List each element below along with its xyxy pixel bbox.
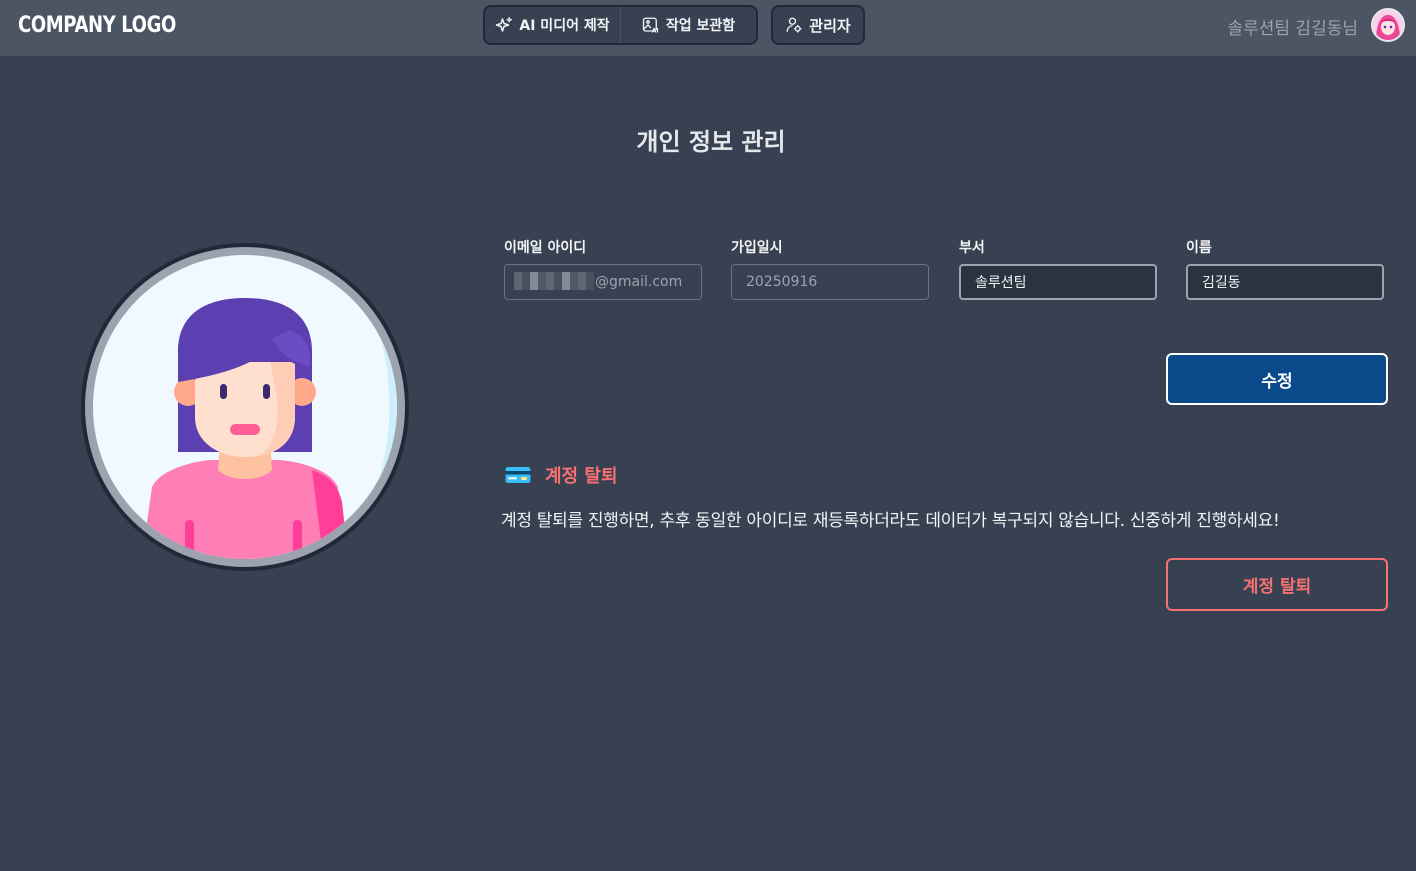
- ai-image-icon: AI: [642, 17, 659, 35]
- email-label: 이메일 아이디: [504, 240, 587, 256]
- email-redaction-mask: [514, 272, 594, 290]
- name-label: 이름: [1186, 240, 1212, 256]
- top-navigation-bar: COMPANY LOGO AI 미디어 제작 AI 작업 보관함 관리자 솔루션…: [0, 0, 1416, 56]
- name-field[interactable]: [1186, 264, 1384, 300]
- sparkle-icon: [496, 16, 513, 32]
- withdraw-heading: 계정 탈퇴: [505, 462, 618, 488]
- company-logo[interactable]: COMPANY LOGO: [18, 13, 176, 38]
- profile-picture: [80, 242, 410, 572]
- department-field[interactable]: [959, 264, 1157, 300]
- nav-archive-label: 작업 보관함: [665, 18, 736, 34]
- withdraw-warning-text: 계정 탈퇴를 진행하면, 추후 동일한 아이디로 재등록하더라도 데이터가 복구…: [501, 511, 1280, 531]
- edit-button[interactable]: 수정: [1166, 353, 1388, 405]
- nav-ai-media-label: AI 미디어 제작: [519, 18, 610, 34]
- admin-button[interactable]: 관리자: [771, 5, 865, 45]
- profile-avatar-illustration: [81, 243, 409, 571]
- joined-date-field[interactable]: [731, 264, 929, 300]
- avatar-image: [1373, 10, 1403, 40]
- nav-archive-button[interactable]: AI 작업 보관함: [621, 7, 756, 43]
- withdraw-account-button[interactable]: 계정 탈퇴: [1166, 558, 1388, 611]
- nav-button-group: AI 미디어 제작 AI 작업 보관함: [483, 5, 758, 45]
- user-settings-icon: [786, 17, 802, 33]
- nav-ai-media-button[interactable]: AI 미디어 제작: [485, 7, 621, 43]
- page-title: 개인 정보 관리: [636, 128, 786, 156]
- credit-card-icon: [505, 467, 531, 483]
- svg-text:AI: AI: [652, 28, 659, 35]
- department-label: 부서: [959, 240, 985, 256]
- withdraw-title: 계정 탈퇴: [545, 466, 618, 487]
- user-name: 솔루션팀 김길동님: [1227, 19, 1358, 39]
- admin-label: 관리자: [809, 16, 851, 35]
- joined-date-label: 가입일시: [731, 240, 783, 256]
- user-avatar[interactable]: [1371, 8, 1405, 42]
